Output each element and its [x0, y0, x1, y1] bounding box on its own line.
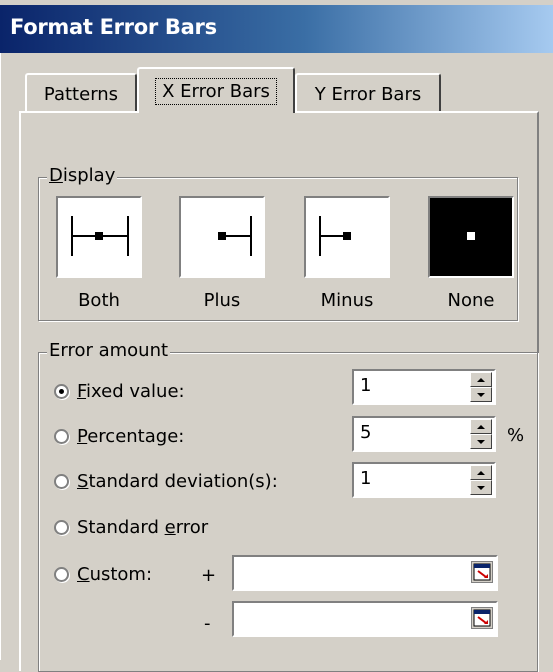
title-bar: Format Error Bars: [0, 5, 553, 53]
std-dev-option[interactable]: Standard deviation(s):: [54, 471, 278, 492]
std-dev-label: Standard deviation(s):: [77, 471, 278, 492]
custom-minus-field[interactable]: [232, 601, 498, 637]
display-label-minus: Minus: [320, 290, 374, 311]
percentage-label: Percentage:: [77, 426, 185, 447]
std-error-label: Standard error: [77, 517, 209, 538]
display-option-both[interactable]: Both: [53, 196, 145, 311]
fixed-value-up-button[interactable]: [470, 372, 492, 387]
error-amount-legend: Error amount: [47, 340, 171, 361]
display-label-none: None: [447, 290, 495, 311]
std-dev-input[interactable]: [354, 464, 466, 493]
display-option-none[interactable]: None: [425, 196, 517, 311]
custom-radio[interactable]: [54, 567, 69, 582]
percentage-input[interactable]: [354, 418, 466, 447]
error-bar-both-icon[interactable]: [56, 196, 142, 278]
display-label-plus: Plus: [203, 290, 241, 311]
custom-plus-sign: +: [201, 565, 217, 586]
fixed-value-radio[interactable]: [54, 384, 69, 399]
tab-y-error-bars[interactable]: Y Error Bars: [295, 73, 441, 113]
custom-label: Custom:: [77, 564, 153, 585]
arrow-up-icon: [477, 470, 485, 475]
fixed-value-option[interactable]: Fixed value:: [54, 381, 185, 402]
percentage-spin-buttons: [470, 419, 492, 449]
custom-option[interactable]: Custom:: [54, 564, 152, 585]
fixed-value-spinner[interactable]: [352, 369, 496, 405]
percentage-spinner[interactable]: [352, 416, 496, 452]
fixed-value-down-button[interactable]: [470, 387, 492, 402]
display-legend: Display: [47, 165, 118, 186]
fixed-value-input[interactable]: [354, 371, 466, 400]
custom-minus-input[interactable]: [234, 603, 466, 632]
arrow-up-icon: [477, 377, 485, 382]
std-error-option[interactable]: Standard error: [54, 517, 208, 538]
arrow-down-icon: [477, 439, 485, 444]
tab-x-error-bars[interactable]: X Error Bars: [137, 67, 295, 113]
percentage-up-button[interactable]: [470, 419, 492, 434]
std-dev-spinner[interactable]: [352, 462, 496, 498]
display-label-both: Both: [78, 290, 120, 311]
custom-plus-input[interactable]: [234, 557, 466, 586]
arrow-down-icon: [477, 392, 485, 397]
std-dev-down-button[interactable]: [470, 480, 492, 495]
percentage-radio[interactable]: [54, 429, 69, 444]
display-option-minus[interactable]: Minus: [301, 196, 393, 311]
display-group: Display Both Plus Minus None: [38, 165, 518, 321]
arrow-down-icon: [477, 485, 485, 490]
error-bar-plus-icon[interactable]: [179, 196, 265, 278]
std-dev-radio[interactable]: [54, 474, 69, 489]
range-select-icon[interactable]: [471, 561, 493, 583]
std-dev-up-button[interactable]: [470, 465, 492, 480]
custom-plus-field[interactable]: [232, 555, 498, 591]
tab-patterns[interactable]: Patterns: [25, 73, 137, 113]
tab-x-error-bars-label: X Error Bars: [155, 77, 277, 105]
fixed-value-spin-buttons: [470, 372, 492, 402]
std-error-radio[interactable]: [54, 520, 69, 535]
error-bar-minus-icon[interactable]: [304, 196, 390, 278]
custom-minus-sign: -: [204, 613, 211, 634]
display-option-plus[interactable]: Plus: [176, 196, 268, 311]
tab-y-error-bars-label: Y Error Bars: [314, 83, 422, 105]
std-dev-spin-buttons: [470, 465, 492, 495]
percentage-down-button[interactable]: [470, 434, 492, 449]
percentage-unit: %: [507, 425, 525, 446]
percentage-option[interactable]: Percentage:: [54, 426, 184, 447]
tab-patterns-label: Patterns: [43, 83, 119, 105]
range-select-icon[interactable]: [471, 607, 493, 629]
dialog-title: Format Error Bars: [10, 15, 217, 39]
fixed-value-label: Fixed value:: [77, 381, 185, 402]
error-bar-none-icon[interactable]: [428, 196, 514, 278]
tab-panel: Display Both Plus Minus None Error amoun…: [19, 111, 539, 672]
arrow-up-icon: [477, 424, 485, 429]
